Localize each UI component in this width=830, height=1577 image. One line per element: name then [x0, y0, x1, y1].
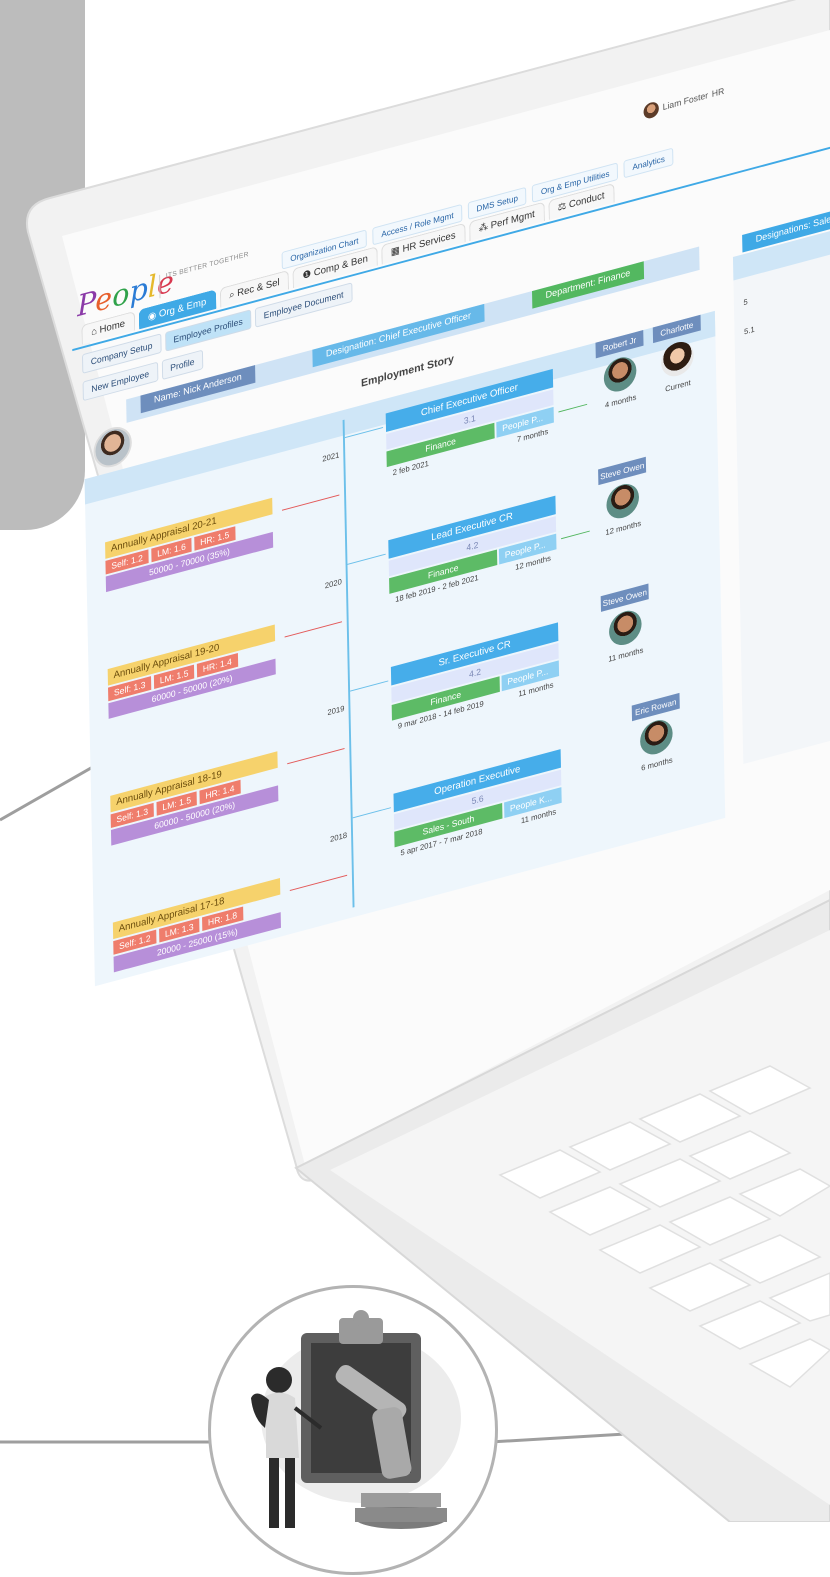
- conduct-illustration-icon: [251, 1310, 461, 1529]
- illustration-circle: [208, 1285, 498, 1575]
